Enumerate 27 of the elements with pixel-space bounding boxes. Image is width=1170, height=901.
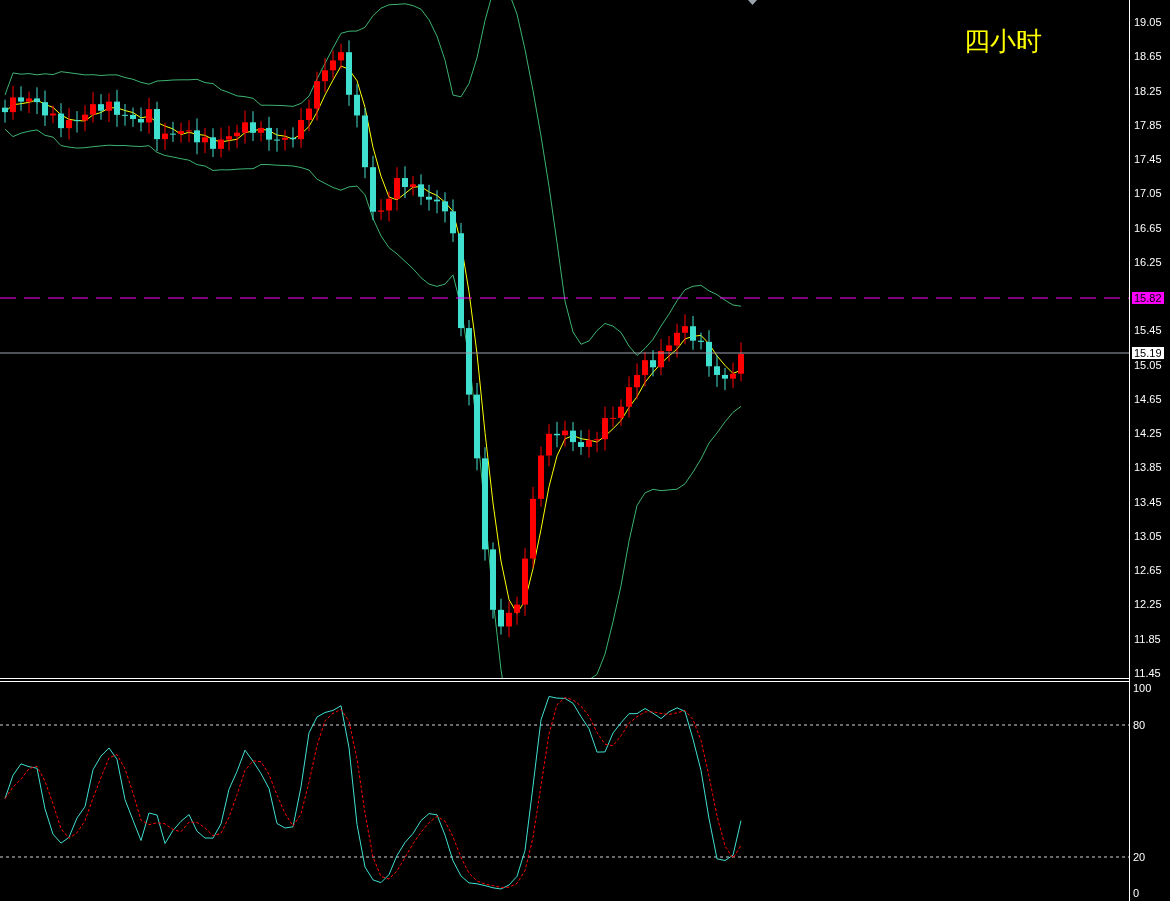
oscillator-axis-label: 80 bbox=[1133, 720, 1146, 731]
price-axis-label: 18.65 bbox=[1134, 51, 1162, 63]
price-axis-label: 13.05 bbox=[1134, 530, 1162, 542]
timeframe-label: 四小时 bbox=[964, 28, 1042, 54]
price-axis-label: 16.25 bbox=[1134, 256, 1162, 268]
price-axis-label: 17.85 bbox=[1134, 119, 1162, 131]
price-axis-label: 17.05 bbox=[1134, 188, 1162, 200]
price-axis-label: 11.85 bbox=[1134, 633, 1161, 645]
price-axis-label: 15.05 bbox=[1134, 359, 1162, 371]
price-axis-label: 18.25 bbox=[1134, 85, 1162, 97]
price-axis-label: 19.05 bbox=[1134, 17, 1162, 28]
price-axis-label: 13.45 bbox=[1134, 496, 1162, 508]
oscillator-axis-label: 0 bbox=[1133, 888, 1140, 899]
oscillator-axis-label: 20 bbox=[1133, 852, 1146, 863]
price-axis-label: 12.25 bbox=[1134, 599, 1162, 611]
price-axis-label: 14.65 bbox=[1134, 393, 1162, 405]
price-marker-label: 15.19 bbox=[1132, 347, 1164, 359]
scroll-marker-icon bbox=[748, 0, 757, 5]
price-axis-label: 17.45 bbox=[1134, 154, 1162, 166]
price-axis-label: 14.25 bbox=[1134, 428, 1162, 440]
price-marker-label: 15.82 bbox=[1132, 292, 1164, 304]
price-axis-label: 13.85 bbox=[1134, 462, 1162, 474]
price-axis-label: 11.45 bbox=[1134, 667, 1161, 679]
price-axis-label: 12.65 bbox=[1134, 565, 1162, 577]
price-axis-label: 16.65 bbox=[1134, 222, 1162, 234]
price-axis-label: 15.45 bbox=[1134, 325, 1162, 337]
oscillator-axis-label: 100 bbox=[1133, 683, 1152, 694]
